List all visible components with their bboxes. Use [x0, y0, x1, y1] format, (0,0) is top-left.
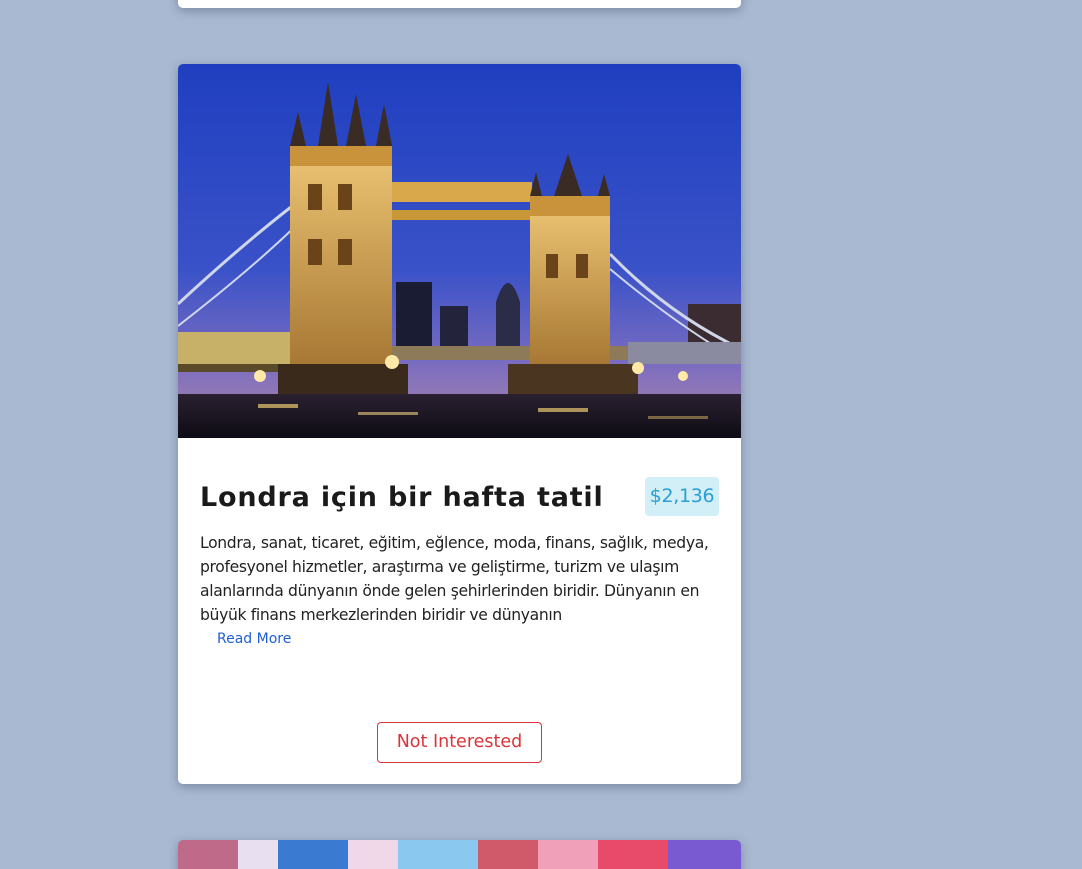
tour-card-previous: [178, 0, 741, 8]
not-interested-button[interactable]: Not Interested: [377, 722, 542, 763]
price-badge: $2,136: [645, 477, 719, 516]
tour-image-next: [178, 840, 741, 869]
tour-description: Londra, sanat, ticaret, eğitim, eğlence,…: [200, 534, 709, 624]
tour-list-page: Londra için bir hafta tatil $2,136 Londr…: [0, 0, 1082, 869]
read-more-link[interactable]: Read More: [217, 631, 291, 647]
tour-title: Londra için bir hafta tatil: [200, 482, 604, 513]
tour-image: [178, 64, 741, 438]
tour-card-next: [178, 840, 741, 869]
tour-card: Londra için bir hafta tatil $2,136 Londr…: [178, 64, 741, 784]
